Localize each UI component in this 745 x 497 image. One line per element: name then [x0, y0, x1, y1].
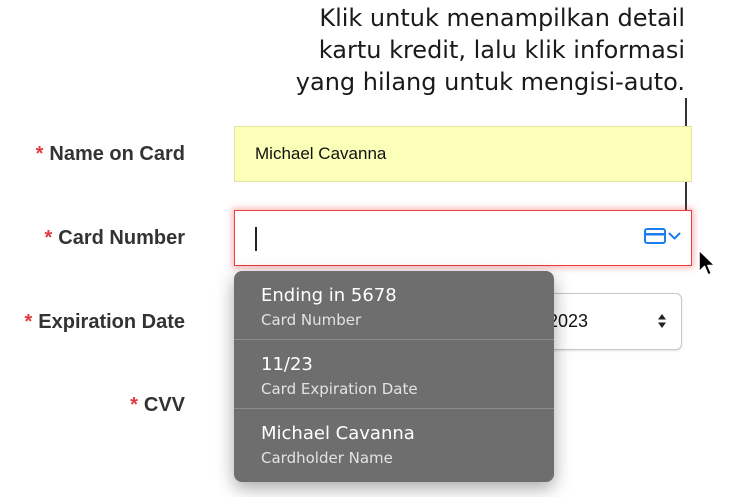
name-on-card-label: * Name on Card — [36, 143, 185, 166]
expiration-date-label: * Expiration Date — [25, 311, 186, 334]
card-number-input[interactable] — [234, 210, 692, 266]
card-number-label-text: Card Number — [58, 227, 185, 249]
required-marker: * — [35, 143, 44, 165]
card-autofill-button[interactable] — [644, 228, 681, 244]
callout-line-3: yang hilang untuk mengisi-auto. — [295, 68, 685, 96]
text-caret — [255, 227, 257, 251]
up-down-arrows-icon — [658, 314, 666, 328]
required-marker: * — [44, 227, 53, 249]
name-on-card-label-text: Name on Card — [49, 143, 185, 165]
autofill-item-cardholder[interactable]: Michael Cavanna Cardholder Name — [234, 409, 554, 478]
autofill-item-subtitle: Cardholder Name — [261, 449, 393, 467]
expiration-year-value: 2023 — [548, 311, 589, 331]
name-on-card-input[interactable]: Michael Cavanna — [234, 126, 692, 182]
expiration-date-label-text: Expiration Date — [38, 311, 185, 333]
card-number-label: * Card Number — [45, 227, 186, 250]
autofill-item-title: Michael Cavanna — [261, 423, 415, 444]
cvv-label: * CVV — [130, 394, 185, 417]
autofill-item-subtitle: Card Expiration Date — [261, 380, 418, 398]
autofill-item-card-number[interactable]: Ending in 5678 Card Number — [234, 271, 554, 340]
callout-text: Klik untuk menampilkan detail kartu kred… — [205, 2, 685, 98]
autofill-item-title: 11/23 — [261, 354, 313, 375]
callout-line-2: kartu kredit, lalu klik informasi — [318, 36, 685, 64]
credit-card-icon — [644, 228, 666, 244]
mouse-pointer-icon — [698, 249, 716, 276]
autofill-item-expiration[interactable]: 11/23 Card Expiration Date — [234, 340, 554, 409]
autofill-menu: Ending in 5678 Card Number 11/23 Card Ex… — [234, 271, 554, 482]
required-marker: * — [130, 394, 138, 416]
autofill-item-title: Ending in 5678 — [261, 285, 397, 306]
autofill-item-subtitle: Card Number — [261, 311, 362, 329]
cvv-label-text: CVV — [143, 394, 185, 416]
callout-line-1: Klik untuk menampilkan detail — [319, 4, 685, 32]
name-on-card-value: Michael Cavanna — [255, 144, 387, 163]
required-marker: * — [24, 311, 33, 333]
chevron-down-icon — [668, 232, 681, 240]
